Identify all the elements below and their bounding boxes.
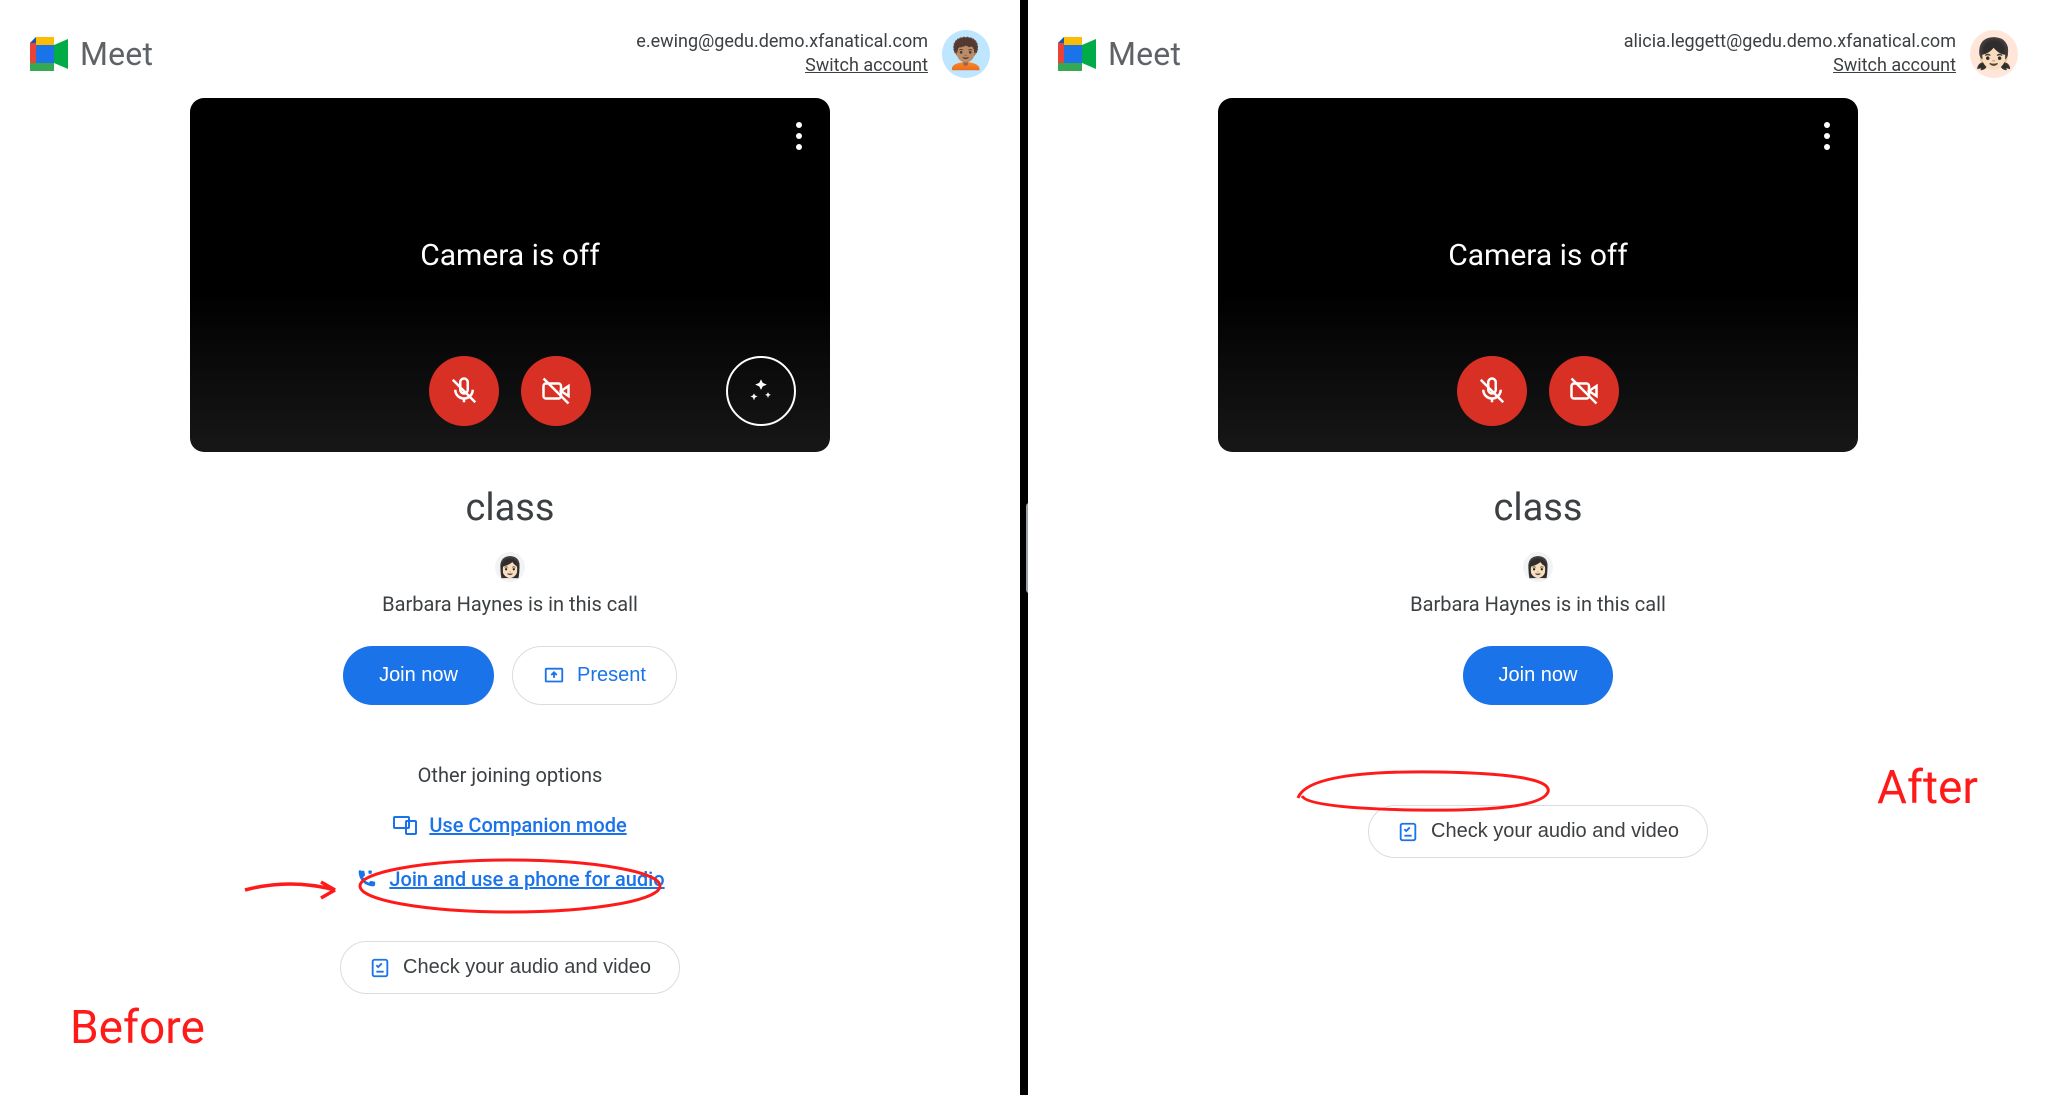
- join-now-button[interactable]: Join now: [1463, 646, 1614, 705]
- devices-icon: [393, 815, 417, 835]
- brand-name: Meet: [80, 35, 153, 73]
- account-email: alicia.leggett@gedu.demo.xfanatical.com: [1624, 30, 1956, 54]
- companion-mode-link[interactable]: Use Companion mode: [379, 807, 640, 843]
- brand: Meet: [1058, 35, 1181, 73]
- meeting-title: class: [0, 486, 1020, 530]
- present-button[interactable]: Present: [512, 646, 677, 705]
- account-block: alicia.leggett@gedu.demo.xfanatical.com …: [1624, 30, 2018, 79]
- meeting-title: class: [1028, 486, 2048, 530]
- participants: 👩🏻 Barbara Haynes is in this call: [1028, 552, 2048, 616]
- camera-status: Camera is off: [1448, 238, 1628, 273]
- check-av-button[interactable]: Check your audio and video: [1368, 805, 1708, 858]
- participant-avatar: 👩🏻: [495, 552, 525, 582]
- video-preview: Camera is off: [1218, 98, 1858, 452]
- brand-name: Meet: [1108, 35, 1181, 73]
- meet-logo-icon: [30, 37, 70, 71]
- checklist-icon: [369, 957, 391, 979]
- checklist-icon: [1397, 821, 1419, 843]
- meet-logo-icon: [1058, 37, 1098, 71]
- companion-mode-label: Use Companion mode: [429, 813, 626, 837]
- pane-after: Meet alicia.leggett@gedu.demo.xfanatical…: [1028, 0, 2048, 1095]
- brand: Meet: [30, 35, 153, 73]
- participant-text: Barbara Haynes is in this call: [1410, 592, 1666, 616]
- account-block: e.ewing@gedu.demo.xfanatical.com Switch …: [636, 30, 990, 79]
- switch-account-link[interactable]: Switch account: [1624, 54, 1956, 78]
- video-preview: Camera is off: [190, 98, 830, 452]
- participants: 👩🏻 Barbara Haynes is in this call: [0, 552, 1020, 616]
- switch-account-link[interactable]: Switch account: [636, 54, 928, 78]
- camera-status: Camera is off: [420, 238, 600, 273]
- present-icon: [543, 665, 565, 687]
- annotation-before-label: Before: [70, 1001, 205, 1055]
- header: Meet alicia.leggett@gedu.demo.xfanatical…: [1028, 0, 2048, 88]
- participant-text: Barbara Haynes is in this call: [382, 592, 638, 616]
- split-divider: [1020, 0, 1028, 1095]
- mic-toggle-button[interactable]: [429, 356, 499, 426]
- phone-icon: [355, 868, 377, 890]
- check-av-button[interactable]: Check your audio and video: [340, 941, 680, 994]
- annotation-after-label: After: [1877, 761, 1978, 815]
- avatar[interactable]: 👧🏻: [1970, 30, 2018, 78]
- participant-avatar: 👩🏻: [1523, 552, 1553, 582]
- check-av-label: Check your audio and video: [403, 956, 651, 979]
- camera-toggle-button[interactable]: [1549, 356, 1619, 426]
- more-options-icon[interactable]: [790, 116, 808, 156]
- check-av-label: Check your audio and video: [1431, 820, 1679, 843]
- more-options-icon[interactable]: [1818, 116, 1836, 156]
- camera-toggle-button[interactable]: [521, 356, 591, 426]
- present-label: Present: [577, 664, 646, 687]
- other-options-heading: Other joining options: [0, 763, 1020, 787]
- visual-effects-button[interactable]: [726, 356, 796, 426]
- join-now-button[interactable]: Join now: [343, 646, 494, 705]
- header: Meet e.ewing@gedu.demo.xfanatical.com Sw…: [0, 0, 1020, 88]
- pane-before: Meet e.ewing@gedu.demo.xfanatical.com Sw…: [0, 0, 1020, 1095]
- phone-audio-link[interactable]: Join and use a phone for audio: [341, 861, 678, 897]
- mic-toggle-button[interactable]: [1457, 356, 1527, 426]
- phone-audio-label: Join and use a phone for audio: [389, 867, 664, 891]
- account-email: e.ewing@gedu.demo.xfanatical.com: [636, 30, 928, 54]
- avatar[interactable]: 🧑🏽‍🦱: [942, 30, 990, 78]
